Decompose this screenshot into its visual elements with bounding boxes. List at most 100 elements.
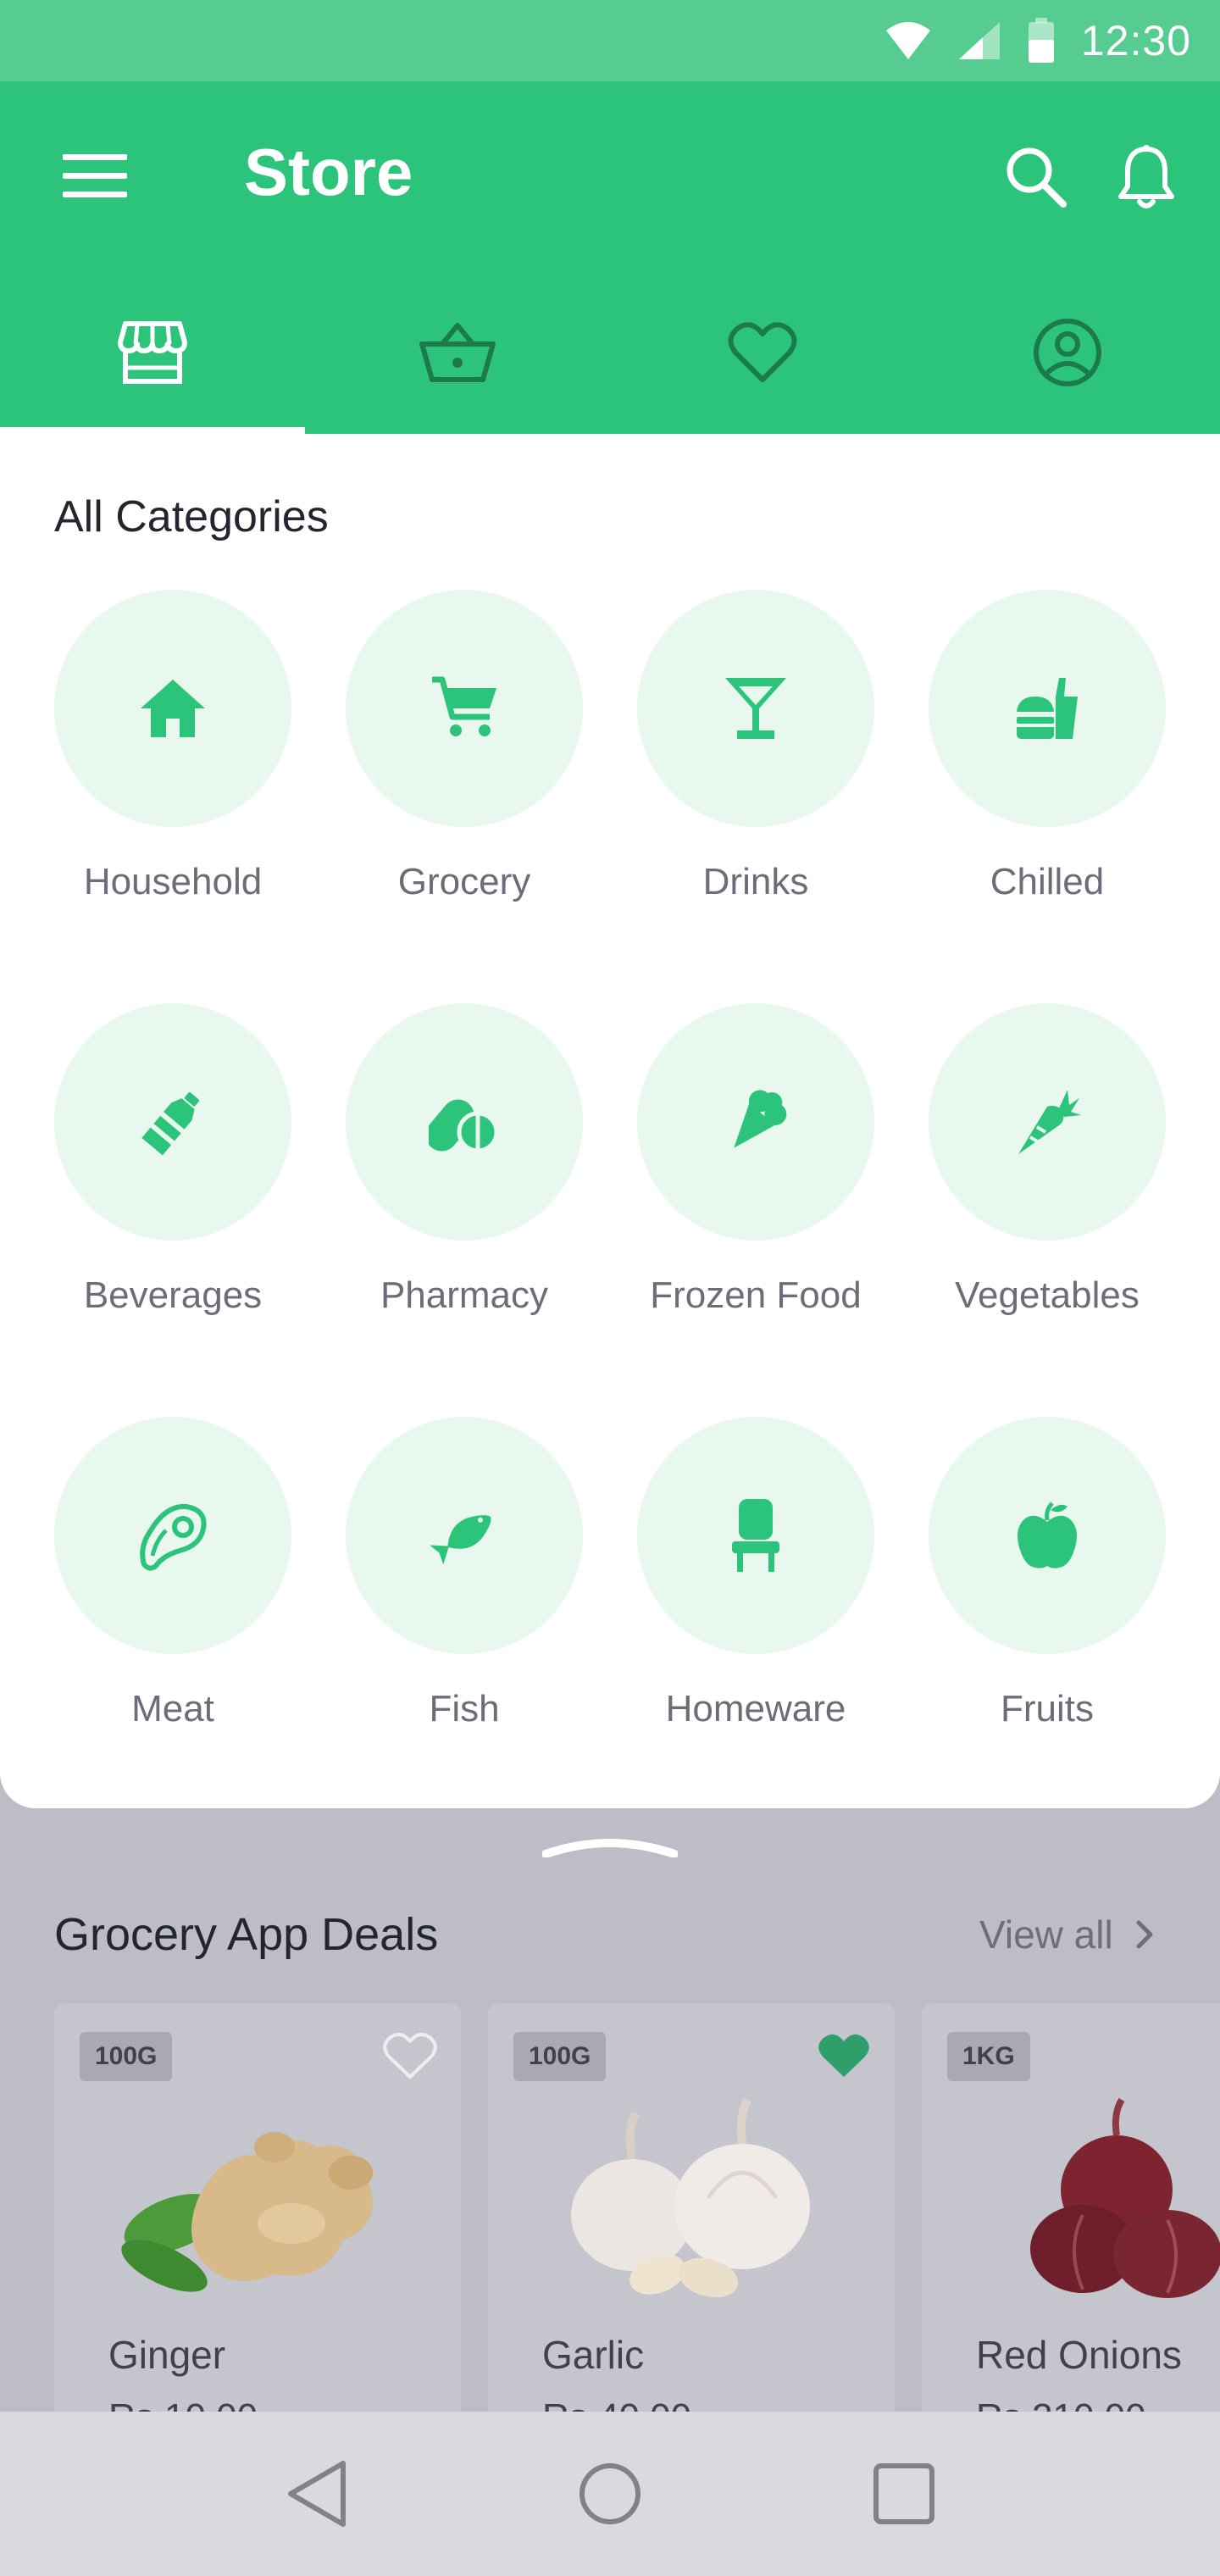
back-triangle-icon <box>288 2461 347 2527</box>
category-vegetables[interactable]: Vegetables <box>929 1003 1166 1342</box>
menu-button[interactable] <box>59 146 130 207</box>
weight-badge: 100G <box>513 2032 607 2081</box>
category-household[interactable]: Household <box>54 590 291 929</box>
heart-outline-icon <box>383 2032 437 2079</box>
category-icon-circle <box>54 1417 291 1654</box>
tab-bar <box>0 271 1220 434</box>
category-label: Drinks <box>702 861 809 902</box>
category-meat[interactable]: Meat <box>54 1417 291 1756</box>
favorite-button[interactable] <box>380 2029 441 2083</box>
category-icon-circle <box>929 1003 1166 1241</box>
product-name: Red Onions <box>976 2333 1182 2377</box>
search-button[interactable] <box>998 139 1074 215</box>
apple-icon <box>1018 1502 1077 1568</box>
view-all-link[interactable]: View all <box>979 1912 1154 1957</box>
chair-icon <box>732 1499 779 1572</box>
category-icon-circle <box>637 1003 874 1241</box>
store-icon <box>118 321 187 384</box>
category-icon-circle <box>54 1003 291 1241</box>
product-card[interactable]: 100G Garlic Rs 40.00 <box>488 2003 895 2478</box>
status-bar: 12:30 <box>0 0 1220 81</box>
category-icon-circle <box>346 1003 583 1241</box>
category-label: Meat <box>131 1688 214 1729</box>
recents-button[interactable] <box>853 2443 955 2545</box>
cocktail-icon <box>725 678 786 739</box>
category-label: Fruits <box>1001 1688 1094 1729</box>
sheet-handle[interactable] <box>542 1837 678 1857</box>
app-bar: Store <box>0 81 1220 434</box>
home-button[interactable] <box>559 2443 661 2545</box>
category-label: Beverages <box>83 1274 263 1316</box>
categories-title: All Categories <box>54 492 329 541</box>
fish-icon <box>430 1515 491 1565</box>
tab-profile[interactable] <box>915 271 1220 434</box>
ginger-image <box>121 2132 373 2292</box>
category-beverages[interactable]: Beverages <box>54 1003 291 1342</box>
categories-sheet: All Categories Household Grocery Drinks … <box>0 434 1220 1808</box>
search-icon <box>1006 147 1067 208</box>
category-drinks[interactable]: Drinks <box>637 590 874 929</box>
deals-carousel[interactable]: 100G Ginger Rs 10.00 100G <box>54 2003 1220 2478</box>
category-label: Chilled <box>990 861 1105 902</box>
home-circle-icon <box>579 2463 640 2524</box>
product-name: Ginger <box>108 2333 226 2377</box>
recents-square-icon <box>873 2463 934 2524</box>
category-label: Vegetables <box>955 1274 1140 1316</box>
category-label: Household <box>83 861 263 902</box>
wifi-icon <box>885 22 930 59</box>
hamburger-menu-icon <box>63 154 127 197</box>
garlic-image <box>571 2097 810 2298</box>
category-label: Frozen Food <box>650 1274 862 1316</box>
house-icon <box>141 680 205 737</box>
category-icon-circle <box>346 1417 583 1654</box>
page-title: Store <box>244 135 413 209</box>
tab-store[interactable] <box>0 271 305 434</box>
product-card[interactable]: 1KG Red Onions Rs 210.00 <box>922 2003 1220 2478</box>
category-icon-circle <box>637 590 874 827</box>
system-navigation-bar <box>0 2412 1220 2576</box>
category-label: Fish <box>429 1688 500 1729</box>
carrot-icon <box>1018 1090 1081 1154</box>
heart-filled-icon <box>818 2034 869 2077</box>
category-fish[interactable]: Fish <box>346 1417 583 1756</box>
category-chilled[interactable]: Chilled <box>929 590 1166 929</box>
category-icon-circle <box>929 1417 1166 1654</box>
cart-icon <box>432 676 496 736</box>
signal-icon <box>958 22 1000 59</box>
battery-icon <box>1028 18 1054 63</box>
red-onion-image <box>1030 2097 1220 2298</box>
weight-badge: 1KG <box>947 2032 1030 2081</box>
status-time: 12:30 <box>1080 17 1191 64</box>
basket-icon <box>419 323 496 382</box>
category-icon-circle <box>929 590 1166 827</box>
account-icon <box>1034 319 1101 386</box>
category-pharmacy[interactable]: Pharmacy <box>346 1003 583 1342</box>
fastfood-icon <box>1017 678 1078 739</box>
bell-icon <box>1118 145 1174 208</box>
product-name: Garlic <box>542 2333 645 2377</box>
chevron-right-icon <box>1136 1920 1153 1949</box>
tab-basket[interactable] <box>305 271 610 434</box>
deals-title: Grocery App Deals <box>54 1909 439 1960</box>
back-button[interactable] <box>265 2443 367 2545</box>
weight-badge: 100G <box>80 2032 173 2081</box>
bottle-icon <box>141 1092 200 1156</box>
favorite-button[interactable] <box>813 2029 874 2083</box>
category-homeware[interactable]: Homeware <box>637 1417 874 1756</box>
tab-favorites[interactable] <box>610 271 915 434</box>
category-icon-circle <box>346 590 583 827</box>
ice-cream-icon <box>734 1090 787 1148</box>
category-icon-circle <box>54 590 291 827</box>
toolbar: Store <box>0 81 1220 271</box>
notifications-button[interactable] <box>1108 136 1184 220</box>
category-label: Homeware <box>665 1688 846 1729</box>
category-grocery[interactable]: Grocery <box>346 590 583 929</box>
view-all-label: View all <box>979 1913 1113 1957</box>
steak-icon <box>140 1503 207 1571</box>
category-icon-circle <box>637 1417 874 1654</box>
category-fruits[interactable]: Fruits <box>929 1417 1166 1756</box>
heart-icon <box>728 322 797 382</box>
category-frozen-food[interactable]: Frozen Food <box>637 1003 874 1342</box>
category-label: Grocery <box>397 861 531 902</box>
product-card[interactable]: 100G Ginger Rs 10.00 <box>54 2003 461 2478</box>
